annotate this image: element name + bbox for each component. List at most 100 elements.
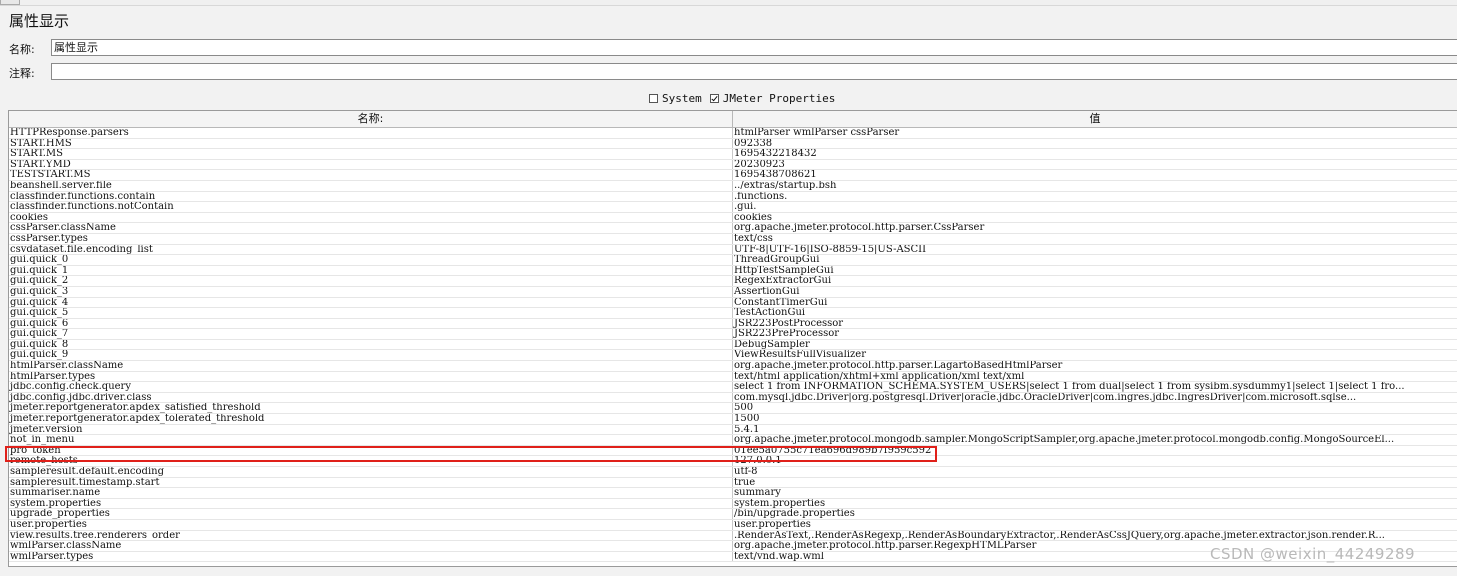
table-row[interactable]: jdbc.config.check.query select 1 from INF… [9,382,1457,393]
property-value-cell[interactable]: org.apache.jmeter.protocol.http.parser.L… [733,361,1455,371]
property-name-cell[interactable]: gui.quick_1 [9,265,733,276]
table-row[interactable]: START.HMS 092338 [9,138,1457,150]
property-value-cell[interactable]: 20230923 [733,160,1455,170]
property-name-cell[interactable]: START.HMS [9,138,733,149]
property-name-cell[interactable]: sampleresult.timestamp.start [9,477,733,488]
table-row[interactable]: not_in_menu org.apache.jmeter.protocol.mo… [9,435,1457,446]
property-name-cell[interactable]: classfinder.functions.notContain [9,202,733,212]
property-name-cell[interactable]: wmlParser.className [9,541,733,551]
property-value-cell[interactable]: .gui. [733,202,1455,212]
property-name-cell[interactable]: sampleresult.default.encoding [9,467,733,477]
property-value-cell[interactable]: JSR223PostProcessor [733,319,1455,329]
property-value-cell[interactable]: TestActionGui [733,308,1455,318]
table-row[interactable]: user.properties user.properties [9,519,1457,531]
column-header-name[interactable]: 名称: [9,111,733,127]
property-name-cell[interactable]: view.results.tree.renderers_order [9,530,733,541]
property-value-cell[interactable]: org.apache.jmeter.protocol.mongodb.sampl… [733,435,1455,445]
property-value-cell[interactable]: true [733,478,1455,488]
property-value-cell[interactable]: utf-8 [733,467,1455,477]
property-value-cell[interactable]: ../extras/startup.bsh [733,181,1455,191]
table-row[interactable]: gui.quick_8 DebugSampler [9,339,1457,351]
property-value-cell[interactable]: JSR223PreProcessor [733,329,1455,339]
property-value-cell[interactable]: DebugSampler [733,340,1455,350]
property-name-cell[interactable]: jmeter.version [9,424,733,435]
table-row[interactable]: classfinder.functions.contain .functions. [9,191,1457,203]
table-row[interactable]: csvdataset.file.encoding_list UTF-8|UTF-1… [9,244,1457,256]
property-name-cell[interactable]: gui.quick_0 [9,255,733,265]
table-row[interactable]: cookies cookies [9,212,1457,224]
property-value-cell[interactable]: 5.4.1 [733,425,1455,435]
property-value-cell[interactable]: 1695438708621 [733,170,1455,180]
table-row[interactable]: gui.quick_7 JSR223PreProcessor [9,329,1457,340]
property-value-cell[interactable]: htmlParser wmlParser cssParser [733,128,1455,138]
property-value-cell[interactable]: org.apache.jmeter.protocol.http.parser.C… [733,223,1455,233]
property-name-cell[interactable]: gui.quick_7 [9,329,733,339]
jmeter-properties-checkbox[interactable] [709,93,719,103]
table-row[interactable]: view.results.tree.renderers_order .Render… [9,530,1457,542]
table-row[interactable]: gui.quick_5 TestActionGui [9,308,1457,319]
property-name-cell[interactable]: htmlParser.types [9,371,733,382]
table-row[interactable]: summariser.name summary [9,488,1457,499]
property-name-cell[interactable]: jdbc.config.check.query [9,382,733,392]
table-row[interactable]: sampleresult.timestamp.start true [9,477,1457,489]
property-name-cell[interactable]: cssParser.className [9,223,733,233]
property-value-cell[interactable]: 01ee5a0755c71ea696d989b7f959c592 [733,446,1455,456]
property-value-cell[interactable]: /bin/upgrade.properties [733,509,1455,519]
property-value-cell[interactable]: HttpTestSampleGui [733,266,1455,276]
table-row[interactable]: jmeter.version 5.4.1 [9,424,1457,436]
property-name-cell[interactable]: htmlParser.className [9,361,733,371]
property-name-cell[interactable]: csvdataset.file.encoding_list [9,244,733,255]
property-value-cell[interactable]: 092338 [733,139,1455,149]
property-name-cell[interactable]: gui.quick_8 [9,339,733,350]
property-value-cell[interactable]: user.properties [733,520,1455,530]
property-value-cell[interactable]: summary [733,488,1455,498]
table-row[interactable]: sampleresult.default.encoding utf-8 [9,467,1457,478]
table-row[interactable]: gui.quick_6 JSR223PostProcessor [9,318,1457,330]
property-name-cell[interactable]: gui.quick_5 [9,308,733,318]
column-header-value[interactable]: 值 [733,111,1457,127]
table-row[interactable]: jmeter.reportgenerator.apdex_tolerated_t… [9,414,1457,425]
property-value-cell[interactable]: ConstantTimerGui [733,298,1455,308]
table-row[interactable]: htmlParser.types text/html application/xh… [9,371,1457,383]
table-row[interactable]: START.YMD 20230923 [9,159,1457,171]
property-name-cell[interactable]: HTTPResponse.parsers [9,128,733,138]
table-row[interactable]: cssParser.types text/css [9,233,1457,245]
property-name-cell[interactable]: summariser.name [9,488,733,498]
table-row[interactable]: remote_hosts 127.0.0.1 [9,456,1457,467]
table-row[interactable]: gui.quick_4 ConstantTimerGui [9,297,1457,309]
property-value-cell[interactable]: 127.0.0.1 [733,456,1455,466]
property-name-cell[interactable]: gui.quick_2 [9,276,733,286]
property-name-cell[interactable]: START.MS [9,149,733,159]
property-name-cell[interactable]: cookies [9,212,733,223]
property-name-cell[interactable]: gui.quick_4 [9,297,733,308]
property-name-cell[interactable]: gui.quick_9 [9,350,733,361]
system-checkbox[interactable] [649,93,658,103]
property-value-cell[interactable]: ViewResultsFullVisualizer [733,350,1455,360]
property-name-cell[interactable]: jmeter.reportgenerator.apdex_satisfied_t… [9,403,733,414]
table-row[interactable]: gui.quick_1 HttpTestSampleGui [9,265,1457,277]
table-row[interactable]: START.MS 1695432218432 [9,149,1457,160]
property-value-cell[interactable]: select 1 from INFORMATION_SCHEMA.SYSTEM_… [733,382,1455,392]
name-field[interactable]: 属性显示 [51,39,1457,56]
property-name-cell[interactable]: START.YMD [9,159,733,170]
comment-field[interactable] [51,63,1457,80]
property-value-cell[interactable]: .RenderAsText,.RenderAsRegexp,.RenderAsB… [733,531,1455,541]
property-name-cell[interactable]: beanshell.server.file [9,180,733,191]
property-value-cell[interactable]: 1500 [733,414,1455,424]
property-name-cell[interactable]: user.properties [9,519,733,530]
table-row[interactable]: cssParser.className org.apache.jmeter.pro… [9,223,1457,234]
property-name-cell[interactable]: pro_token [9,445,733,456]
property-name-cell[interactable]: gui.quick_6 [9,318,733,329]
property-name-cell[interactable]: classfinder.functions.contain [9,191,733,202]
property-value-cell[interactable]: text/html application/xhtml+xml applicat… [733,372,1455,382]
property-name-cell[interactable]: gui.quick_3 [9,286,733,297]
table-row[interactable]: TESTSTART.MS 1695438708621 [9,170,1457,181]
table-row[interactable]: gui.quick_2 RegexExtractorGui [9,276,1457,287]
top-tab[interactable] [0,0,20,5]
table-row[interactable]: htmlParser.className org.apache.jmeter.pr… [9,361,1457,372]
property-name-cell[interactable]: wmlParser.types [9,551,733,562]
table-row[interactable]: pro_token 01ee5a0755c71ea696d989b7f959c59… [9,445,1457,457]
table-row[interactable]: gui.quick_3 AssertionGui [9,286,1457,298]
property-value-cell[interactable]: 1695432218432 [733,149,1455,159]
property-value-cell[interactable]: RegexExtractorGui [733,276,1455,286]
